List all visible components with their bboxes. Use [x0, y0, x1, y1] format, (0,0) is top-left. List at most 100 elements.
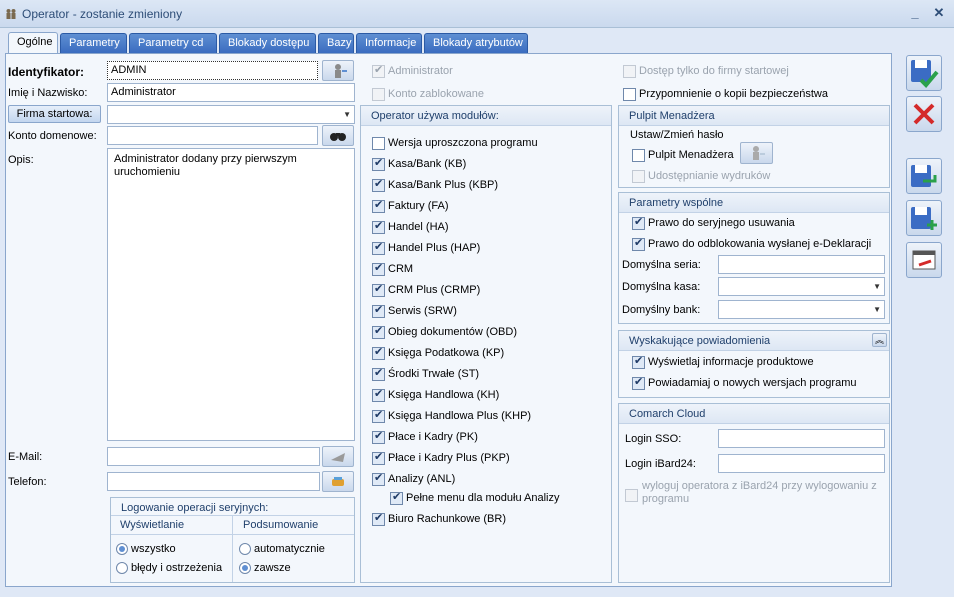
- binoculars-icon: [330, 133, 346, 141]
- wyloguj-label-1: wyloguj operatora z iBard24 przy wylogow…: [642, 480, 877, 492]
- tab-bazy[interactable]: Bazy: [318, 33, 354, 53]
- domain-picker-button[interactable]: [322, 125, 354, 146]
- konto-zablokowane-checkbox[interactable]: [372, 88, 385, 101]
- module-checkbox[interactable]: [372, 282, 385, 297]
- tab-parametry-cd[interactable]: Parametry cd: [129, 33, 217, 53]
- module-label: Handel Plus (HAP): [388, 242, 481, 254]
- pulpit-checkbox[interactable]: [632, 149, 645, 162]
- module-checkbox[interactable]: [372, 387, 385, 402]
- cancel-button[interactable]: [906, 96, 942, 132]
- module-label: Kasa/Bank (KB): [388, 158, 467, 170]
- radio-bledy-label: błędy i ostrzeżenia: [131, 562, 223, 574]
- title-bar: Operator - zostanie zmieniony _ ✕: [0, 0, 954, 28]
- close-window-button[interactable]: ✕: [930, 4, 948, 22]
- module-checkbox[interactable]: [372, 137, 385, 150]
- tab-ogolne[interactable]: Ogólne: [8, 32, 58, 54]
- module-checkbox[interactable]: [372, 408, 385, 423]
- copy-button[interactable]: [906, 242, 942, 278]
- domyslna-kasa-select[interactable]: ▼: [718, 277, 885, 296]
- telefon-input[interactable]: [107, 472, 320, 491]
- module-label: Środki Trwałe (ST): [388, 368, 480, 380]
- przypomnienie-checkbox[interactable]: [623, 88, 636, 101]
- radio-wszystko[interactable]: [116, 543, 128, 555]
- module-label: Księga Podatkowa (KP): [388, 347, 505, 359]
- administrator-label: Administrator: [388, 65, 453, 77]
- pulpit-label: Pulpit Menadżera: [648, 149, 734, 161]
- module-checkbox[interactable]: [372, 471, 385, 486]
- cloud-title: Comarch Cloud: [619, 404, 889, 424]
- save-next-button[interactable]: [906, 158, 942, 194]
- domyslny-bank-select[interactable]: ▼: [718, 300, 885, 319]
- module-checkbox[interactable]: [372, 219, 385, 234]
- module-checkbox[interactable]: [372, 177, 385, 192]
- phone-call-button[interactable]: [322, 471, 354, 492]
- module-label: Płace i Kadry (PK): [388, 431, 478, 443]
- firma-startowa-button[interactable]: Firma startowa:: [8, 105, 101, 123]
- imie-input[interactable]: Administrator: [107, 83, 355, 102]
- biuro-checkbox[interactable]: [372, 511, 385, 526]
- tab-blokady-dostepu[interactable]: Blokady dostępu: [219, 33, 316, 53]
- module-label: CRM Plus (CRMP): [388, 284, 481, 296]
- biuro-label: Biuro Rachunkowe (BR): [388, 513, 506, 525]
- module-checkbox[interactable]: [372, 366, 385, 381]
- nowe-wersje-checkbox[interactable]: [632, 375, 645, 390]
- wyswietlanie-label: Wyświetlanie: [120, 519, 185, 531]
- identyfikator-input[interactable]: ADMIN: [107, 61, 318, 80]
- module-label: Obieg dokumentów (OBD): [388, 326, 517, 338]
- konto-domenowe-input[interactable]: [107, 126, 318, 145]
- prawo-odblokowania-checkbox[interactable]: [632, 236, 645, 251]
- login-ibard-input[interactable]: [718, 454, 885, 473]
- wyloguj-checkbox[interactable]: [625, 489, 638, 502]
- chevron-up-icon: ︽: [874, 335, 884, 345]
- minimize-button[interactable]: _: [906, 4, 924, 22]
- prawo-usuwania-checkbox[interactable]: [632, 215, 645, 230]
- tab-informacje[interactable]: Informacje: [356, 33, 422, 53]
- operator-icon: [6, 9, 16, 19]
- save-new-button[interactable]: [906, 200, 942, 236]
- konto-domenowe-label: Konto domenowe:: [8, 130, 97, 142]
- radio-zawsze[interactable]: [239, 562, 251, 574]
- tab-blokady-atrybutow[interactable]: Blokady atrybutów: [424, 33, 528, 53]
- email-input[interactable]: [107, 447, 320, 466]
- tab-parametry[interactable]: Parametry: [60, 33, 127, 53]
- administrator-checkbox[interactable]: [372, 63, 385, 78]
- person-key-icon: [753, 146, 765, 160]
- module-checkbox[interactable]: [372, 198, 385, 213]
- module-label: Księga Handlowa (KH): [388, 389, 500, 401]
- opis-textarea[interactable]: Administrator dodany przy pierwszym uruc…: [107, 148, 355, 441]
- module-checkbox[interactable]: [372, 156, 385, 171]
- module-checkbox[interactable]: [372, 324, 385, 339]
- dostep-checkbox[interactable]: [623, 65, 636, 78]
- domyslna-seria-label: Domyślna seria:: [622, 259, 701, 271]
- module-checkbox[interactable]: [372, 261, 385, 276]
- domyslna-seria-input[interactable]: [718, 255, 885, 274]
- email-send-button[interactable]: [322, 446, 354, 467]
- tab-label: Ogólne: [17, 36, 53, 48]
- pulpit-password-button[interactable]: [740, 142, 773, 164]
- radio-automatycznie-label: automatycznie: [254, 543, 325, 555]
- pelne-menu-checkbox[interactable]: [390, 490, 403, 505]
- login-sso-input[interactable]: [718, 429, 885, 448]
- pulpit-title: Pulpit Menadżera: [619, 106, 889, 126]
- domyslny-bank-label: Domyślny bank:: [622, 304, 701, 316]
- module-checkbox[interactable]: [372, 429, 385, 444]
- module-checkbox[interactable]: [372, 345, 385, 360]
- chevron-down-icon: ▼: [343, 110, 351, 119]
- przypomnienie-label: Przypomnienie o kopii bezpieczeństwa: [639, 88, 828, 100]
- udostepnianie-checkbox[interactable]: [632, 170, 645, 183]
- collapse-button[interactable]: ︽: [872, 333, 887, 347]
- module-label: Analizy (ANL): [388, 473, 456, 485]
- radio-wszystko-label: wszystko: [131, 543, 176, 555]
- login-ibard-label: Login iBard24:: [625, 458, 696, 470]
- module-checkbox[interactable]: [372, 240, 385, 255]
- pelne-menu-label: Pełne menu dla modułu Analizy: [406, 492, 560, 504]
- informacje-produktowe-checkbox[interactable]: [632, 354, 645, 369]
- save-button[interactable]: [906, 55, 942, 91]
- operator-picker-button[interactable]: [322, 60, 354, 81]
- tab-label: Blokady dostępu: [228, 37, 310, 49]
- module-checkbox[interactable]: [372, 303, 385, 318]
- firma-startowa-select[interactable]: ▼: [107, 105, 355, 124]
- module-checkbox[interactable]: [372, 450, 385, 465]
- radio-automatycznie[interactable]: [239, 543, 251, 555]
- radio-bledy[interactable]: [116, 562, 128, 574]
